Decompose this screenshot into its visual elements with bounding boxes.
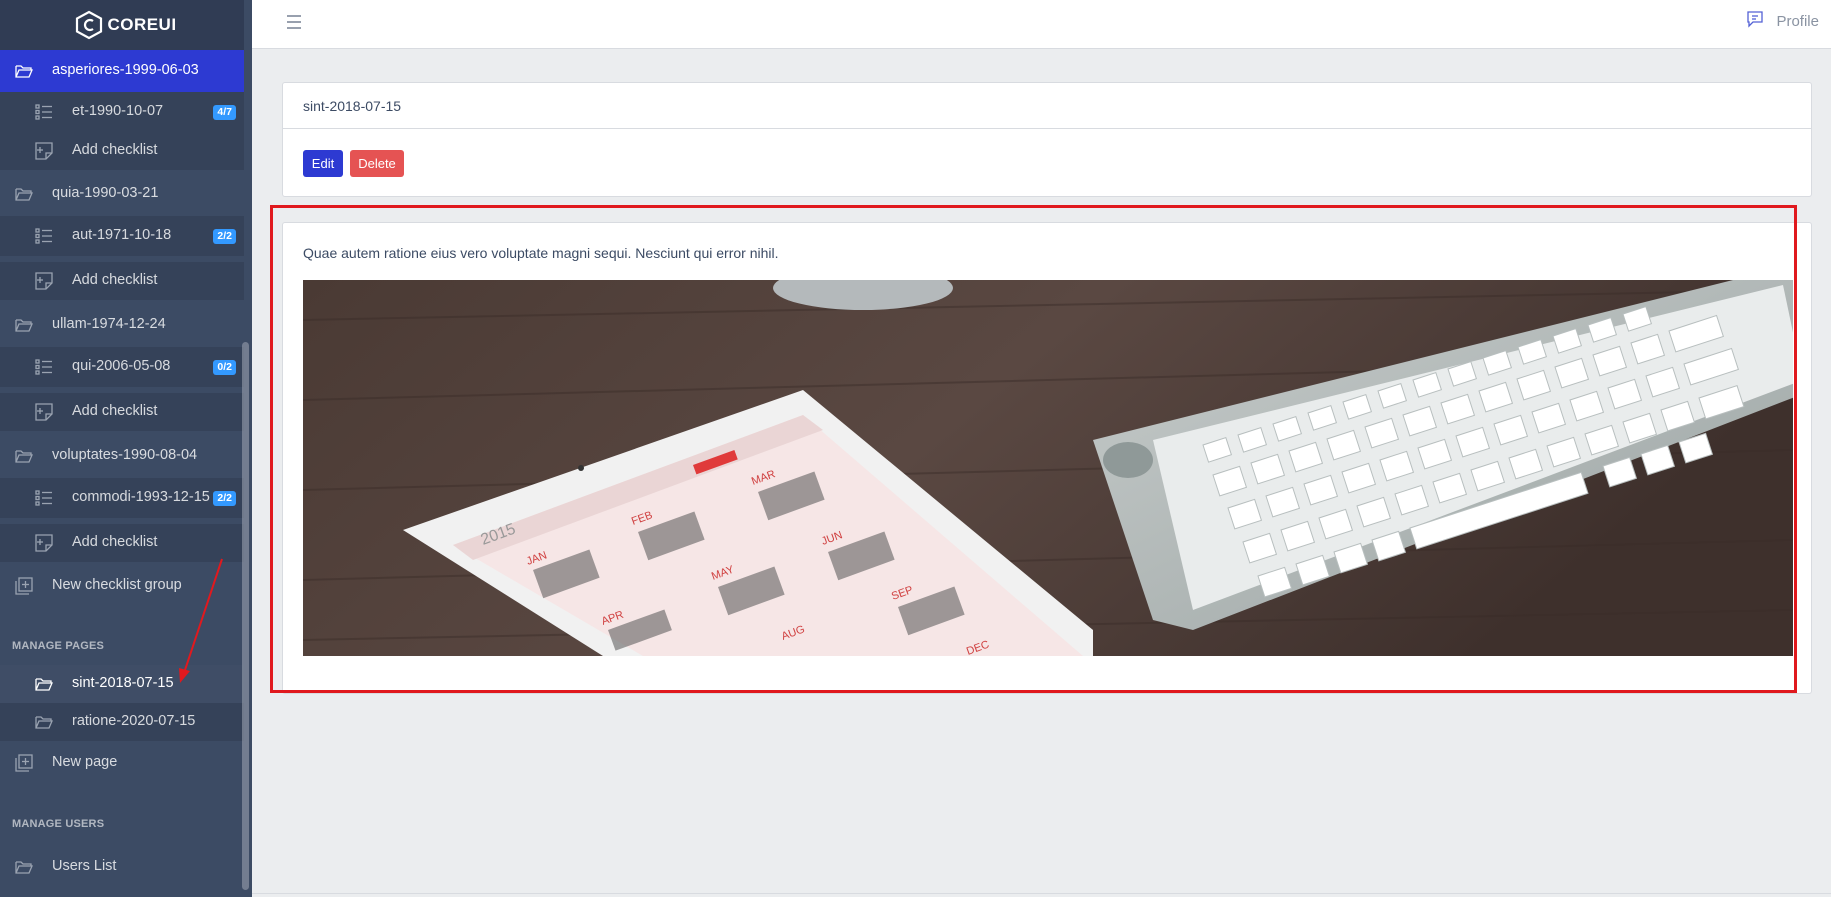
list-icon: [34, 102, 54, 122]
sidebar-checklist-label: aut-1971-10-18: [72, 227, 172, 243]
sidebar-checklist-commodi[interactable]: commodi-1993-12-15 2/2: [0, 478, 244, 518]
note-add-icon: [34, 533, 54, 553]
sidebar-group-quia[interactable]: quia-1990-03-21: [0, 174, 244, 214]
progress-badge: 4/7: [213, 105, 236, 120]
sidebar-new-page[interactable]: New page: [0, 743, 244, 783]
annotation-arrow-icon: [179, 558, 223, 683]
note-add-icon: [34, 271, 54, 291]
sidebar-scrollbar-thumb[interactable]: [242, 342, 249, 890]
content-highlight-box: [270, 205, 1797, 693]
card-header: sint-2018-07-15: [283, 83, 1811, 129]
folder-open-icon: [14, 61, 34, 81]
sidebar-users-list[interactable]: Users List: [0, 847, 244, 887]
sidebar-group-label: asperiores-1999-06-03: [52, 62, 199, 78]
manage-pages-title: MANAGE PAGES: [12, 640, 105, 652]
folder-open-icon: [34, 712, 54, 732]
sidebar-page-ratione[interactable]: ratione-2020-07-15: [0, 703, 244, 741]
folder-open-icon: [14, 315, 34, 335]
sidebar-checklist-et[interactable]: et-1990-10-07 4/7: [0, 92, 244, 132]
edit-button[interactable]: Edit: [303, 150, 343, 177]
add-checklist-label: Add checklist: [72, 272, 158, 288]
header: Profile: [252, 0, 1831, 49]
sidebar-group-label: quia-1990-03-21: [52, 185, 159, 201]
footer-divider: [252, 893, 1831, 894]
add-checklist-label: Add checklist: [72, 142, 158, 158]
sidebar-group-label: voluptates-1990-08-04: [52, 447, 198, 463]
note-add-icon: [34, 402, 54, 422]
brand-logo[interactable]: COREUI: [0, 0, 252, 50]
list-icon: [34, 488, 54, 508]
sidebar-checklist-aut[interactable]: aut-1971-10-18 2/2: [0, 216, 244, 256]
sidebar-add-checklist[interactable]: Add checklist: [0, 262, 244, 300]
progress-badge: 2/2: [213, 229, 236, 244]
folder-open-icon: [14, 857, 34, 877]
progress-badge: 2/2: [213, 491, 236, 506]
sidebar-checklist-qui[interactable]: qui-2006-05-08 0/2: [0, 347, 244, 387]
manage-users-title: MANAGE USERS: [12, 818, 105, 830]
add-checklist-label: Add checklist: [72, 403, 158, 419]
folder-open-icon: [14, 446, 34, 466]
delete-button[interactable]: Delete: [350, 150, 404, 177]
library-add-icon: [14, 576, 34, 596]
library-add-icon: [14, 753, 34, 773]
folder-open-icon: [14, 184, 34, 204]
list-icon: [34, 226, 54, 246]
sidebar-group-voluptates[interactable]: voluptates-1990-08-04: [0, 436, 244, 476]
sidebar: COREUI asperiores-1999-06-03 et-1990-10-…: [0, 0, 252, 897]
sidebar-page-label: ratione-2020-07-15: [72, 713, 196, 729]
list-icon: [34, 357, 54, 377]
menu-toggle-icon[interactable]: [284, 13, 304, 33]
note-add-icon: [34, 141, 54, 161]
sidebar-add-checklist[interactable]: Add checklist: [0, 132, 244, 170]
sidebar-group-ullam[interactable]: ullam-1974-12-24: [0, 305, 244, 345]
profile-link[interactable]: Profile: [1746, 0, 1831, 42]
sidebar-page-label: sint-2018-07-15: [72, 675, 174, 691]
coreui-logo-icon: [76, 10, 103, 40]
sidebar-group-label: ullam-1974-12-24: [52, 316, 166, 332]
folder-open-icon: [34, 674, 54, 694]
page-title: sint-2018-07-15: [303, 98, 402, 114]
users-list-label: Users List: [52, 858, 117, 874]
brand-name: COREUI: [107, 15, 177, 34]
page-header-card: sint-2018-07-15 Edit Delete: [282, 82, 1812, 197]
sidebar-add-checklist[interactable]: Add checklist: [0, 393, 244, 431]
sidebar-checklist-label: et-1990-10-07: [72, 103, 164, 119]
new-page-label: New page: [52, 754, 118, 770]
profile-label: Profile: [1776, 12, 1819, 30]
sidebar-checklist-label: qui-2006-05-08: [72, 358, 171, 374]
chat-bubble-icon: [1746, 10, 1764, 32]
sidebar-group-asperiores[interactable]: asperiores-1999-06-03: [0, 50, 244, 92]
add-checklist-label: Add checklist: [72, 534, 158, 550]
sidebar-checklist-label: commodi-1993-12-15: [72, 489, 210, 505]
new-checklist-group-label: New checklist group: [52, 577, 182, 593]
progress-badge: 0/2: [213, 360, 236, 375]
